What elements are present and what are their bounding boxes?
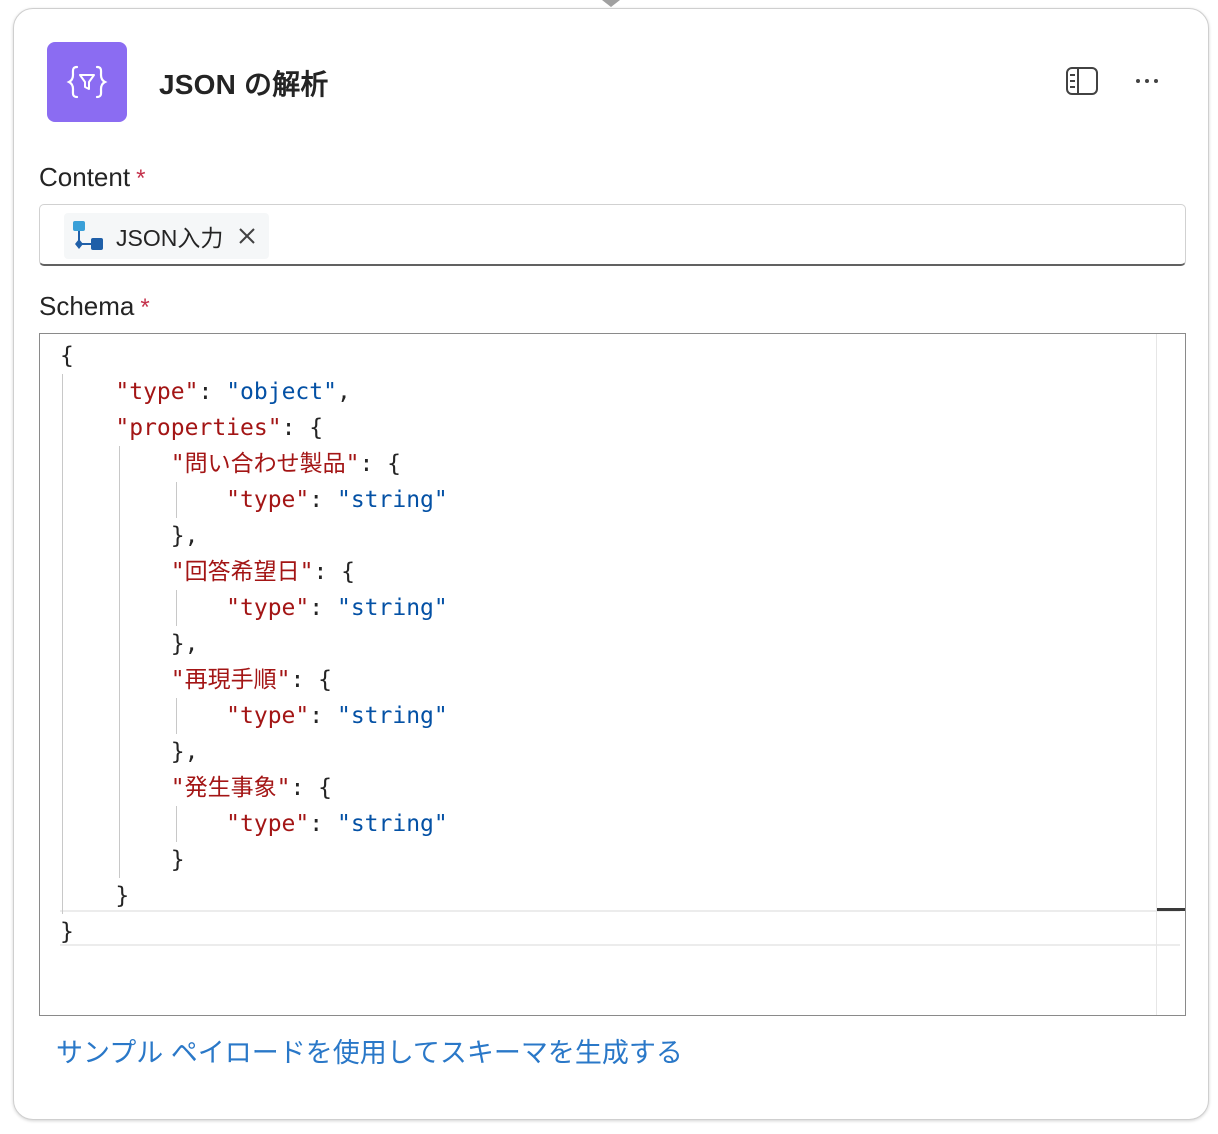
code-token: "properties" xyxy=(115,415,282,441)
code-token: "string" xyxy=(336,595,448,621)
code-token: "string" xyxy=(336,811,448,837)
code-line: } xyxy=(60,878,448,914)
parse-json-action-card: JSON の解析 Content * JSON入力 Schema * {"ty… xyxy=(13,8,1209,1120)
code-token: : { xyxy=(313,559,356,585)
schema-code: { "type": "object", "properties": { "問い合… xyxy=(60,338,448,950)
code-token: "type" xyxy=(226,811,310,837)
code-token: "再現手順" xyxy=(170,667,291,693)
code-token: "string" xyxy=(336,487,448,513)
connector-notch xyxy=(602,0,620,7)
code-line: "type": "object", xyxy=(60,374,448,410)
dynamic-content-token[interactable]: JSON入力 xyxy=(64,213,270,259)
schema-code-editor[interactable]: { "type": "object", "properties": { "問い合… xyxy=(39,333,1186,1016)
code-line: "再現手順": { xyxy=(60,662,448,698)
code-token: : xyxy=(309,487,337,513)
code-token: "type" xyxy=(115,379,199,405)
code-line: }, xyxy=(60,626,448,662)
code-token: : xyxy=(309,811,337,837)
code-line: } xyxy=(60,842,448,878)
code-token: "type" xyxy=(226,487,310,513)
required-asterisk: * xyxy=(140,294,150,321)
required-asterisk: * xyxy=(136,165,146,192)
side-panel-icon xyxy=(1066,67,1098,95)
more-options-button[interactable] xyxy=(1128,65,1166,97)
code-token: }, xyxy=(60,631,199,657)
schema-label-text: Schema xyxy=(39,291,135,321)
close-icon[interactable] xyxy=(237,226,257,246)
code-token: { xyxy=(60,343,74,369)
open-panel-button[interactable] xyxy=(1064,65,1100,97)
code-line: "type": "string" xyxy=(60,806,448,842)
code-line: "properties": { xyxy=(60,410,448,446)
code-token: "type" xyxy=(226,595,310,621)
code-token: : xyxy=(309,703,337,729)
flow-trigger-icon xyxy=(73,221,103,250)
code-token: : xyxy=(309,595,337,621)
code-line: { xyxy=(60,338,448,374)
token-label: JSON入力 xyxy=(116,225,224,251)
content-input[interactable]: JSON入力 xyxy=(39,204,1186,266)
code-token: : { xyxy=(290,775,333,801)
generate-schema-link[interactable]: サンプル ペイロードを使用してスキーマを生成する xyxy=(56,1031,683,1070)
content-label-text: Content xyxy=(39,162,131,192)
action-title: JSON の解析 xyxy=(159,69,329,100)
code-token: } xyxy=(60,919,74,945)
code-token: : { xyxy=(359,451,402,477)
code-token: "object" xyxy=(226,379,337,405)
code-line: "回答希望日": { xyxy=(60,554,448,590)
code-line: }, xyxy=(60,734,448,770)
code-line: "type": "string" xyxy=(60,698,448,734)
code-line: }, xyxy=(60,518,448,554)
code-token: "string" xyxy=(336,703,448,729)
content-label: Content * xyxy=(39,162,145,193)
code-token: : xyxy=(198,379,227,405)
code-token: "問い合わせ製品" xyxy=(170,451,360,477)
scroll-position-marker xyxy=(1157,908,1185,911)
code-line: "問い合わせ製品": { xyxy=(60,446,448,482)
code-token: "回答希望日" xyxy=(170,559,314,585)
code-line: } xyxy=(60,914,448,950)
code-token: } xyxy=(60,847,185,873)
code-token: "type" xyxy=(226,703,310,729)
code-line: "発生事象": { xyxy=(60,770,448,806)
more-dot-icon xyxy=(1136,79,1140,83)
code-token: }, xyxy=(60,523,199,549)
code-token: : { xyxy=(290,667,333,693)
code-token: : { xyxy=(281,415,324,441)
curly-braces-filter-icon xyxy=(47,42,127,122)
schema-label: Schema * xyxy=(39,291,150,322)
code-line: "type": "string" xyxy=(60,482,448,518)
code-line: "type": "string" xyxy=(60,590,448,626)
more-dot-icon xyxy=(1145,79,1149,83)
code-token: } xyxy=(60,883,130,909)
action-header: JSON の解析 xyxy=(14,9,1208,149)
code-token: , xyxy=(336,379,351,405)
code-token: }, xyxy=(60,739,199,765)
code-token: "発生事象" xyxy=(170,775,291,801)
editor-scrollbar[interactable] xyxy=(1156,334,1185,1015)
more-dot-icon xyxy=(1154,79,1158,83)
